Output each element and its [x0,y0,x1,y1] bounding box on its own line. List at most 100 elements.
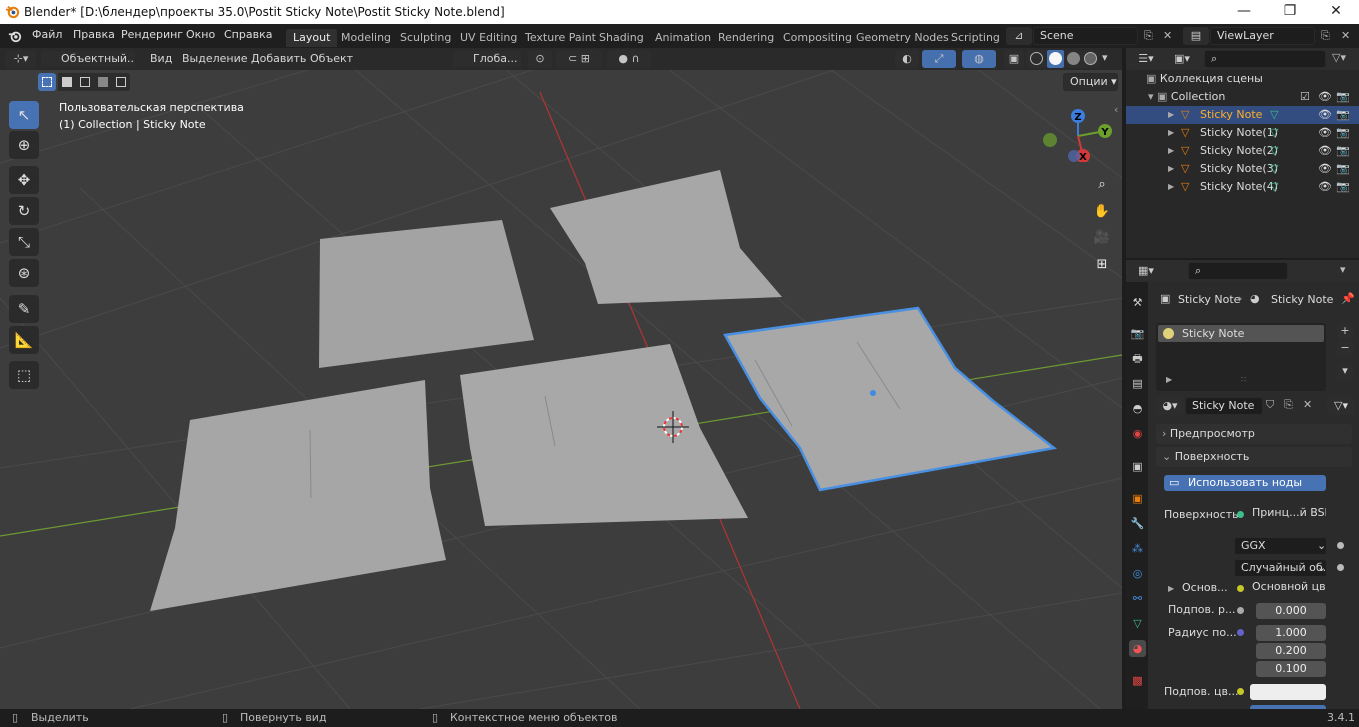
tab-geometry-nodes[interactable]: Geometry Nodes [849,29,956,47]
object-render-icon[interactable]: 📷 [1336,142,1350,160]
base-color-link-field[interactable]: Основной цвет [1246,579,1326,597]
scale-tool[interactable]: ⤡ [9,228,39,256]
browse-material-icon[interactable]: ◕▾ [1156,397,1184,415]
mesh-data-icon[interactable]: ▽ [1270,178,1278,196]
data-tab-icon[interactable]: ▽ [1129,615,1146,632]
new-scene-icon[interactable]: ⎘ [1144,29,1153,43]
slot-expand-icon[interactable]: ▶ [1166,375,1172,384]
menu-object[interactable]: Объект [310,52,353,65]
select-box-tool[interactable]: ↖ [9,101,39,129]
object-visibility-icon[interactable]: 👁 [1318,124,1332,142]
outliner-editor-type-icon[interactable]: ☰▾ [1132,50,1160,68]
outliner-search-input[interactable]: ⌕ [1204,50,1326,68]
mesh-data-icon[interactable]: ▽ [1270,160,1278,178]
outliner-object-row[interactable]: ▶ ▽ Sticky Note(3) ▽ 👁 📷 [1126,160,1359,178]
visibility-icon[interactable]: ◐ [895,50,919,68]
outliner-object-row[interactable]: ▶ ▽ Sticky Note ▽ 👁 📷 [1126,106,1359,124]
object-render-icon[interactable]: 📷 [1336,160,1350,178]
tab-shading[interactable]: Shading [592,29,651,47]
expand-arrow-icon[interactable]: ▶ [1168,178,1174,196]
viewport-scene[interactable] [0,48,1122,709]
menu-window[interactable]: Окно [186,28,215,41]
object-visibility-icon[interactable]: 👁 [1318,142,1332,160]
properties-search-input[interactable]: ⌕ [1188,262,1288,280]
shading-options-chevron-icon[interactable]: ▾ [1102,51,1108,64]
menu-file[interactable]: Файл [32,28,62,41]
tool-tab-icon[interactable]: ⚒ [1129,294,1146,311]
duplicate-material-icon[interactable]: ⎘ [1284,398,1293,412]
tab-sculpting[interactable]: Sculpting [393,29,458,47]
constraints-tab-icon[interactable]: ⚯ [1129,590,1146,607]
pivot-point-icon[interactable]: ⊙ [528,50,552,68]
tab-modeling[interactable]: Modeling [334,29,398,47]
scene-selector-icon[interactable]: ⊿ [1006,27,1032,45]
properties-editor-type-icon[interactable]: ▦▾ [1132,262,1160,280]
scene-collection-row[interactable]: ▣ Коллекция сцены [1126,70,1359,88]
particles-tab-icon[interactable]: ⁂ [1129,540,1146,557]
add-cube-tool[interactable]: ⬚ [9,361,39,389]
tab-uv-editing[interactable]: UV Editing [453,29,524,47]
measure-tool[interactable]: 📐 [9,326,39,354]
object-tab-icon[interactable]: ▣ [1129,490,1146,507]
outliner-object-row[interactable]: ▶ ▽ Sticky Note(2) ▽ 👁 📷 [1126,142,1359,160]
rotate-tool[interactable]: ↻ [9,197,39,225]
tab-animation[interactable]: Animation [648,29,718,47]
select-subtract-icon[interactable] [76,73,94,91]
remove-slot-button[interactable]: − [1337,340,1353,356]
object-mode-dropdown[interactable]: Объектный... [40,50,136,68]
navigation-gizmo[interactable]: Z Y X [1038,106,1118,162]
rendered-shading-icon[interactable] [1084,52,1097,65]
object-visibility-icon[interactable]: 👁 [1318,178,1332,196]
proportional-edit-icon[interactable]: ● ∩ [607,50,651,68]
transform-tool[interactable]: ⊛ [9,259,39,287]
outliner-object-row[interactable]: ▶ ▽ Sticky Note(4) ▽ 👁 📷 [1126,178,1359,196]
tab-texture-paint[interactable]: Texture Paint [518,29,603,47]
object-render-icon[interactable]: 📷 [1336,178,1350,196]
menu-view[interactable]: Вид [150,52,172,65]
subsurface-color-swatch[interactable] [1250,684,1326,700]
radius-y-field[interactable]: 0.200 [1256,643,1326,659]
distribution-dropdown[interactable]: GGX ⌄ [1234,537,1327,555]
radius-x-field[interactable]: 1.000 [1256,625,1326,641]
slot-specials-chevron-icon[interactable]: ▾ [1337,363,1353,379]
output-tab-icon[interactable]: 🖶 [1129,350,1146,367]
link-mode-icon[interactable]: ▽▾ [1327,397,1355,415]
fake-user-shield-icon[interactable]: ⛉ [1266,398,1274,412]
view-layer-icon[interactable]: ▤ [1183,27,1209,45]
scene-tab-icon[interactable]: ◓ [1129,400,1146,417]
tab-scripting[interactable]: Scripting [944,29,1007,47]
select-new-icon[interactable] [38,73,56,91]
snap-icon[interactable]: ⊂ ⊞ [556,50,602,68]
mesh-data-icon[interactable]: ▽ [1270,142,1278,160]
expand-arrow-icon[interactable]: ▶ [1168,142,1174,160]
surface-shader-field[interactable]: Принц...й BSDF [1246,505,1326,523]
scene-name-field[interactable]: Scene [1033,27,1138,45]
add-slot-button[interactable]: + [1337,323,1353,339]
material-slot-row[interactable]: Sticky Note [1158,325,1324,342]
menu-render[interactable]: Рендеринг [121,28,183,41]
modifier-tab-icon[interactable]: 🔧 [1129,515,1146,532]
render-tab-icon[interactable]: 📷 [1129,325,1146,342]
outliner-object-row[interactable]: ▶ ▽ Sticky Note(1) ▽ 👁 📷 [1126,124,1359,142]
editor-type-icon[interactable]: ⊹▾ [6,50,36,68]
surface-panel-header[interactable]: ⌄ Поверхность [1156,447,1352,467]
mesh-data-icon[interactable]: ▽ [1270,106,1278,124]
pan-hand-icon[interactable]: ✋ [1090,200,1114,224]
cursor-tool[interactable]: ⊕ [9,131,39,159]
view-layer-tab-icon[interactable]: ▤ [1129,375,1146,392]
gizmo-toggle-icon[interactable]: ⤢ [922,50,956,68]
pin-icon[interactable]: 📌 [1341,292,1355,305]
use-nodes-button[interactable]: ▭ Использовать ноды [1164,475,1326,491]
zoom-icon[interactable]: ⌕ [1090,173,1114,197]
delete-view-layer-icon[interactable]: ✕ [1341,29,1350,42]
blender-menu-icon[interactable] [8,29,22,43]
object-visibility-icon[interactable]: 👁 [1318,106,1332,124]
physics-tab-icon[interactable]: ◎ [1129,565,1146,582]
tab-compositing[interactable]: Compositing [776,29,859,47]
tab-rendering[interactable]: Rendering [711,29,781,47]
base-color-expand-icon[interactable]: ▶ [1168,584,1174,593]
object-render-icon[interactable]: 📷 [1336,124,1350,142]
perspective-grid-icon[interactable]: ⊞ [1090,253,1114,277]
wireframe-shading-icon[interactable] [1030,52,1043,65]
menu-help[interactable]: Справка [224,28,272,41]
